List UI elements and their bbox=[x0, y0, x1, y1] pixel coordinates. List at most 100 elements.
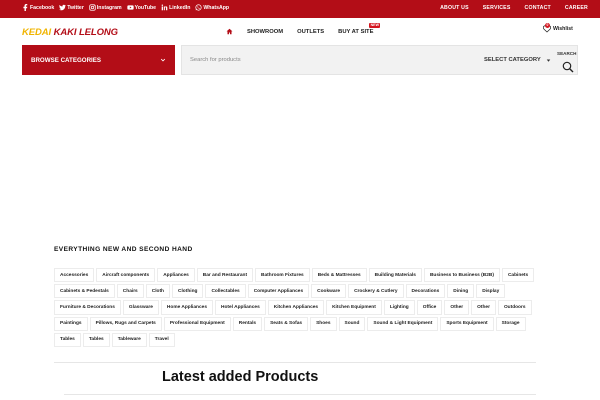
search-bar: Search for products SELECT CATEGORY SEAR… bbox=[181, 45, 578, 75]
twitter-icon bbox=[59, 4, 67, 11]
social-youtube-link[interactable]: YouTube bbox=[126, 4, 157, 11]
category-tag[interactable]: Building Materials bbox=[368, 268, 422, 283]
buy-at-site-label: BUY AT SITE bbox=[338, 28, 374, 35]
category-tag[interactable]: Hotel Appliances bbox=[215, 300, 266, 315]
category-tag[interactable]: Collectables bbox=[205, 284, 246, 299]
career-link[interactable]: CAREER bbox=[565, 5, 588, 11]
category-tag[interactable]: Decorations bbox=[405, 284, 446, 299]
category-tag[interactable]: Professional Equipment bbox=[163, 316, 231, 331]
wishlist-icon-wrap: 0 bbox=[543, 23, 551, 33]
main-nav: SHOWROOM OUTLETS BUY AT SITE NEW bbox=[226, 22, 381, 35]
linkedin-icon bbox=[161, 4, 168, 11]
category-tag[interactable]: Sports Equipment bbox=[440, 316, 494, 331]
category-tag[interactable]: Tableware bbox=[111, 332, 147, 347]
wishlist-count: 0 bbox=[545, 23, 550, 28]
search-button-label[interactable]: SEARCH bbox=[557, 51, 576, 56]
category-tag[interactable]: Accessories bbox=[54, 268, 95, 283]
services-link[interactable]: SERVICES bbox=[483, 5, 511, 11]
buy-at-site-link[interactable]: BUY AT SITE NEW bbox=[338, 22, 381, 35]
top-links: ABOUT US SERVICES CONTACT CAREER bbox=[440, 5, 588, 11]
category-tag[interactable]: Bar and Restaurant bbox=[196, 268, 254, 283]
social-label: WhatsApp bbox=[203, 4, 230, 11]
category-tag[interactable]: Sound bbox=[338, 316, 366, 331]
category-tag[interactable]: Furniture & Decorations bbox=[54, 300, 121, 315]
home-icon bbox=[226, 28, 233, 35]
category-tag[interactable]: Dining bbox=[447, 284, 475, 299]
outlets-link[interactable]: OUTLETS bbox=[297, 29, 324, 35]
category-tag[interactable]: Computer Appliances bbox=[247, 284, 310, 299]
category-tag[interactable]: Cabinets & Pedestals bbox=[54, 284, 115, 299]
category-tag[interactable]: Travel bbox=[148, 332, 175, 347]
category-tag[interactable]: Rentals bbox=[232, 316, 263, 331]
caret-down-icon bbox=[546, 59, 550, 62]
category-tag[interactable]: Lighting bbox=[383, 300, 415, 315]
browse-categories-label: BROWSE CATEGORIES bbox=[31, 56, 102, 64]
category-tag[interactable]: Display bbox=[476, 284, 506, 299]
latest-products-title: Latest added Products bbox=[162, 369, 319, 385]
category-tag[interactable]: Paintings bbox=[54, 316, 88, 331]
contact-link[interactable]: CONTACT bbox=[525, 5, 551, 11]
whatsapp-icon bbox=[195, 4, 202, 11]
youtube-icon bbox=[126, 5, 134, 10]
instagram-icon bbox=[89, 4, 96, 11]
social-whatsapp-link[interactable]: WhatsApp bbox=[195, 4, 229, 11]
category-tag[interactable]: Chairs bbox=[116, 284, 144, 299]
new-badge: NEW bbox=[369, 22, 381, 28]
category-tag-list: Accessories Aircraft components Appliances… bbox=[54, 268, 544, 347]
site-logo[interactable]: KEDAI KAKI LELONG bbox=[22, 27, 118, 38]
wishlist-link[interactable]: 0 Wishlist bbox=[543, 23, 573, 33]
category-tag[interactable]: Cookware bbox=[311, 284, 347, 299]
social-linkedin-link[interactable]: LinkedIn bbox=[161, 4, 190, 11]
browse-categories-button[interactable]: BROWSE CATEGORIES bbox=[22, 45, 175, 75]
category-tag[interactable]: Storage bbox=[495, 316, 526, 331]
social-label: Facebook bbox=[30, 4, 55, 11]
select-category-label: SELECT CATEGORY bbox=[484, 57, 541, 63]
category-tag[interactable]: Other bbox=[444, 300, 470, 315]
category-tag[interactable]: Beds & Mattresses bbox=[311, 268, 367, 283]
facebook-icon bbox=[23, 4, 28, 11]
search-icon[interactable] bbox=[562, 61, 574, 73]
about-us-link[interactable]: ABOUT US bbox=[440, 5, 469, 11]
social-instagram-link[interactable]: Instagram bbox=[89, 4, 122, 11]
category-tag[interactable]: Crockery & Cutlery bbox=[348, 284, 404, 299]
category-tag[interactable]: Kitchen Equipment bbox=[326, 300, 382, 315]
category-tag[interactable]: Sound & Light Equipment bbox=[367, 316, 439, 331]
search-input[interactable]: Search for products bbox=[190, 57, 241, 63]
social-label: LinkedIn bbox=[169, 4, 191, 11]
social-twitter-link[interactable]: Twitter bbox=[59, 4, 84, 11]
category-tag[interactable]: Business to Business (B2B) bbox=[423, 268, 500, 283]
category-tag[interactable]: Shoes bbox=[310, 316, 337, 331]
category-tag[interactable]: Seats & Sofas bbox=[264, 316, 309, 331]
category-tag[interactable]: Cloth bbox=[145, 284, 170, 299]
category-tag[interactable]: Bathroom Fixtures bbox=[255, 268, 310, 283]
category-tag[interactable]: Office bbox=[416, 300, 443, 315]
category-tag[interactable]: Kitchen Appliances bbox=[267, 300, 325, 315]
select-category-dropdown[interactable]: SELECT CATEGORY bbox=[484, 57, 551, 63]
top-bar: Facebook Twitter Instagram YouTube Linke… bbox=[0, 0, 600, 18]
category-tag[interactable]: Cabinets bbox=[501, 268, 535, 283]
category-tag[interactable]: Aircraft components bbox=[96, 268, 156, 283]
category-tag[interactable]: Tables bbox=[82, 332, 110, 347]
section-divider bbox=[64, 394, 536, 395]
category-tag[interactable]: Outdoors bbox=[497, 300, 532, 315]
category-tag[interactable]: Home Appliances bbox=[160, 300, 213, 315]
category-tag[interactable]: Glassware bbox=[122, 300, 159, 315]
chevron-down-icon bbox=[160, 58, 166, 62]
wishlist-label: Wishlist bbox=[553, 26, 573, 32]
social-facebook-link[interactable]: Facebook bbox=[22, 4, 54, 11]
showroom-link[interactable]: SHOWROOM bbox=[247, 29, 283, 35]
section-heading: EVERYTHING NEW AND SECOND HAND bbox=[54, 246, 193, 253]
section-divider bbox=[54, 362, 536, 363]
social-label: Twitter bbox=[67, 4, 84, 11]
logo-text-kedai: KEDAI bbox=[22, 27, 52, 38]
home-link[interactable] bbox=[226, 28, 233, 35]
social-label: Instagram bbox=[96, 4, 122, 11]
category-tag[interactable]: Pillows, Rugs and Carpets bbox=[89, 316, 162, 331]
category-tag[interactable]: Other bbox=[471, 300, 496, 315]
social-label: YouTube bbox=[134, 4, 157, 11]
category-tag[interactable]: Clothing bbox=[172, 284, 204, 299]
logo-text-kaki-lelong: KAKI LELONG bbox=[51, 27, 118, 38]
category-tag[interactable]: Tables bbox=[54, 332, 81, 347]
social-links: Facebook Twitter Instagram YouTube Linke… bbox=[22, 4, 229, 11]
category-tag[interactable]: Appliances bbox=[157, 268, 195, 283]
